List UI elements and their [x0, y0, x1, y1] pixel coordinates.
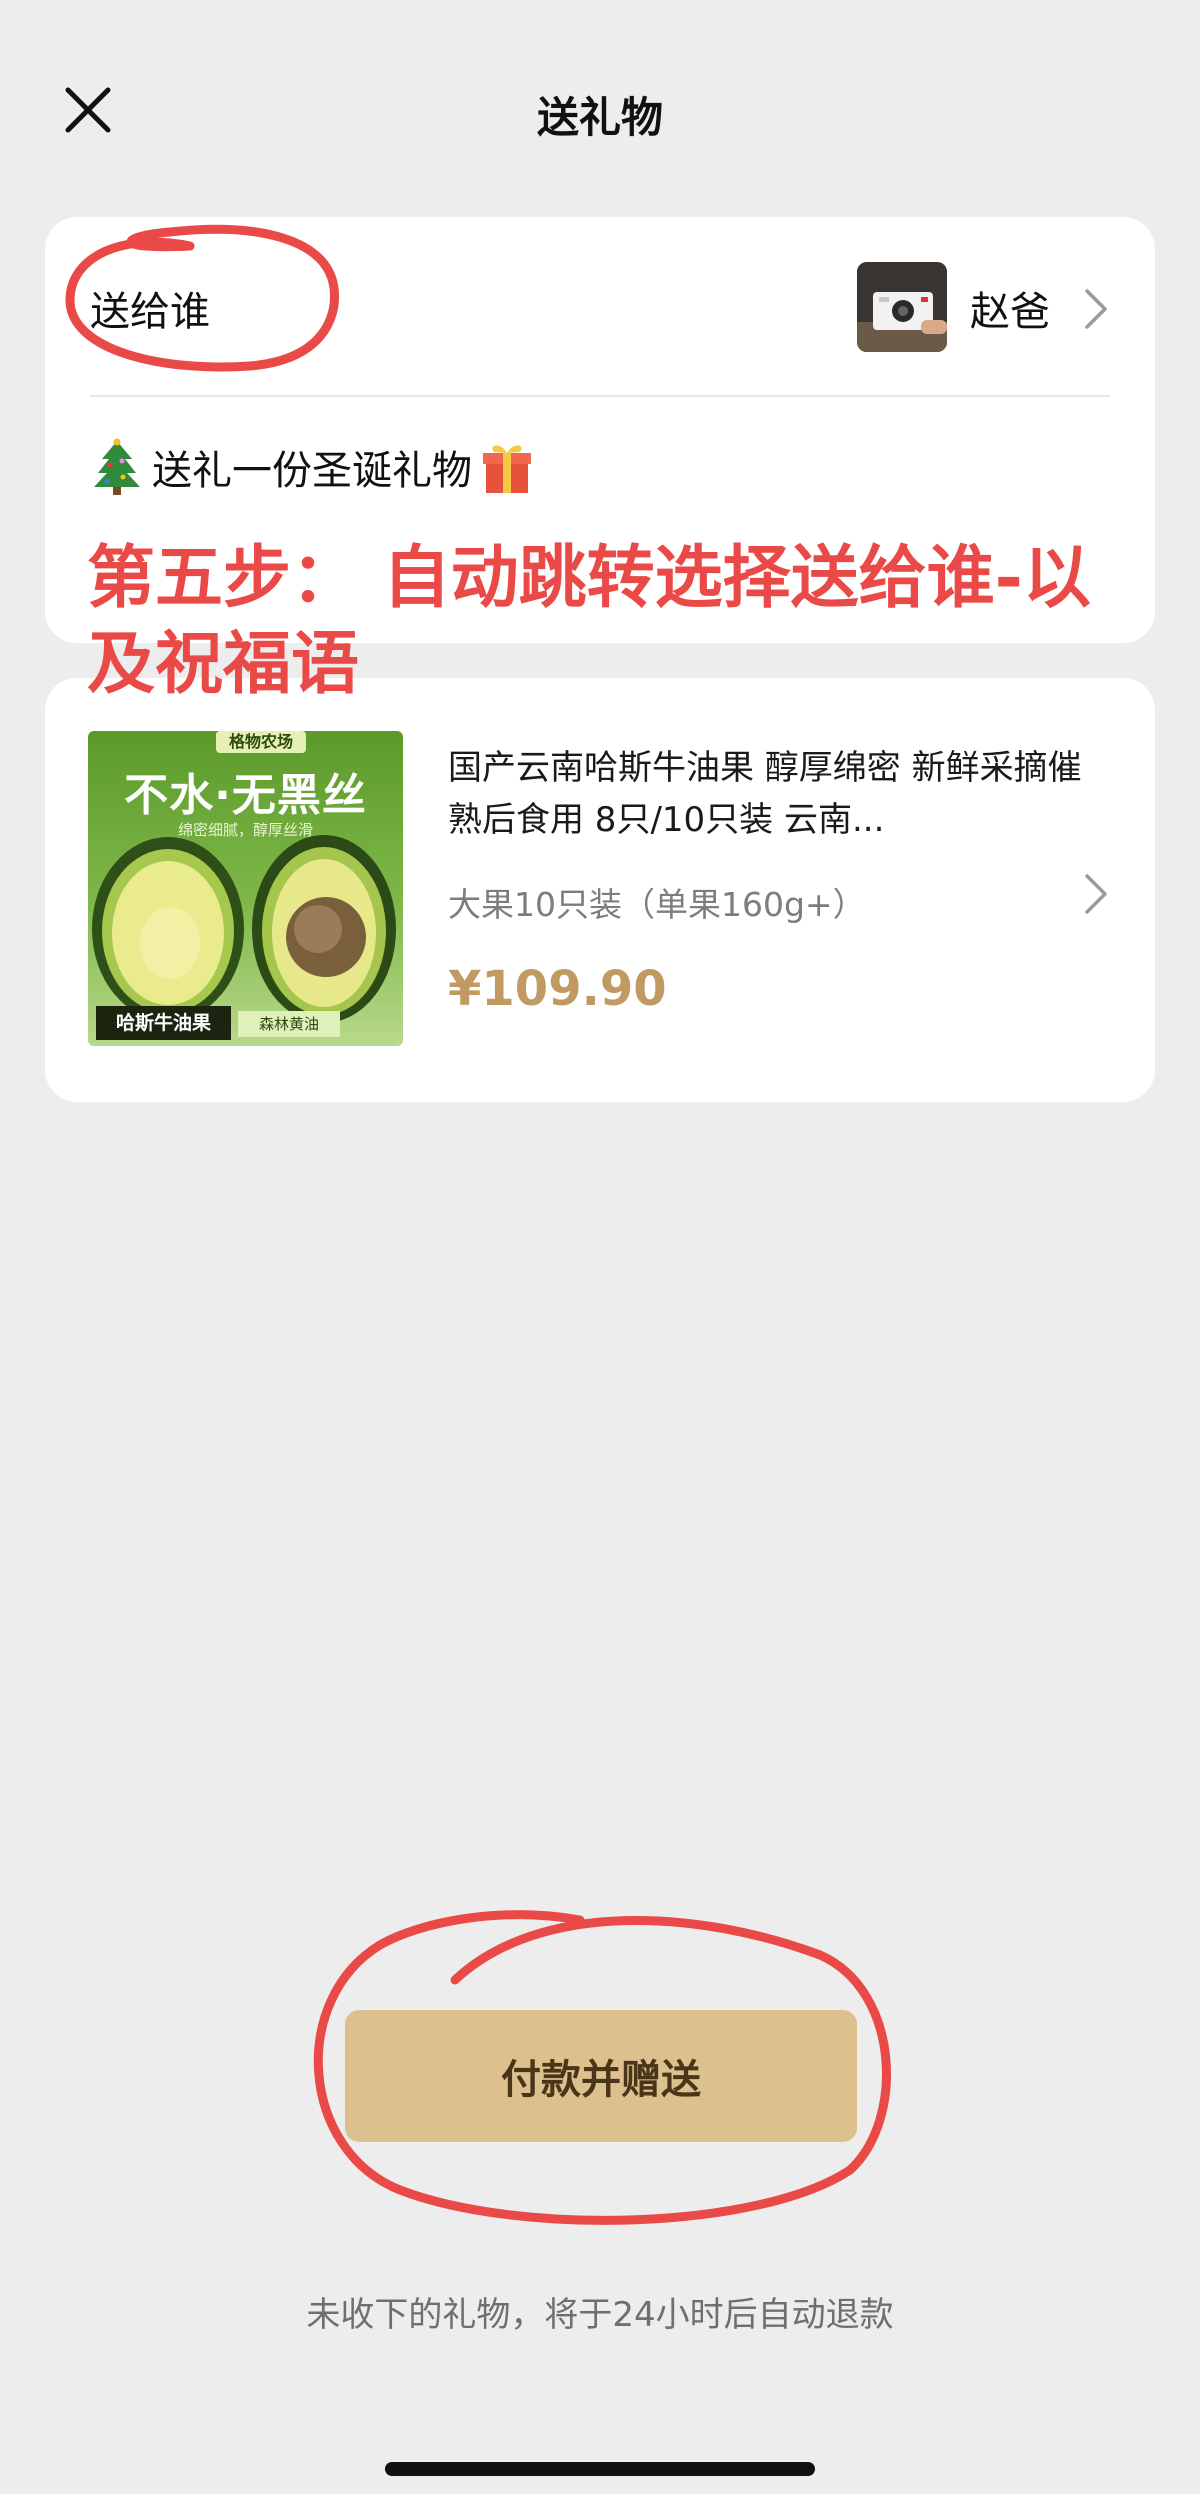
image-headline: 不水·无黑丝 — [124, 770, 367, 821]
product-title: 国产云南哈斯牛油果 醇厚绵密 新鲜采摘催熟后食用 8只/10只装 云南... — [448, 748, 1082, 840]
image-tag-variety: 哈斯牛油果 — [96, 1006, 231, 1040]
refund-notice: 未收下的礼物，将于24小时后自动退款 — [306, 2295, 894, 2335]
divider — [90, 395, 1110, 397]
product-item[interactable]: 格物农场 不水·无黑丝 绵密细腻，醇厚丝滑 哈斯牛油果 森林黄油 国产云南哈斯牛… — [45, 678, 1155, 1102]
product-price: ¥109.90 — [448, 961, 667, 1017]
image-subline: 绵密细腻，醇厚丝滑 — [177, 821, 313, 839]
product-spec: 大果10只装（单果160g+） — [448, 885, 866, 924]
recipient-label: 送给谁 — [90, 289, 210, 335]
recipient-selector[interactable]: 送给谁 赵爸 — [45, 217, 1155, 395]
recipient-card: 送给谁 赵爸 送礼一份圣诞礼物 — [45, 217, 1155, 643]
home-indicator — [385, 2462, 815, 2476]
recipient-name: 赵爸 — [970, 289, 1050, 335]
image-tag-slogan: 森林黄油 — [238, 1011, 340, 1037]
avatar — [857, 262, 947, 352]
nav-header: 送礼物 — [0, 0, 1200, 210]
pay-and-gift-button[interactable]: 付款并赠送 — [345, 2010, 857, 2142]
page-title: 送礼物 — [536, 93, 663, 142]
blessing-message[interactable]: 送礼一份圣诞礼物 — [90, 437, 1090, 497]
chevron-right-icon — [1083, 872, 1109, 916]
christmas-tree-icon — [94, 438, 140, 495]
product-card: 格物农场 不水·无黑丝 绵密细腻，醇厚丝滑 哈斯牛油果 森林黄油 国产云南哈斯牛… — [45, 678, 1155, 1102]
image-brand-label: 格物农场 — [228, 732, 293, 751]
gift-icon — [483, 445, 531, 493]
chevron-right-icon — [1083, 287, 1109, 331]
product-image: 格物农场 不水·无黑丝 绵密细腻，醇厚丝滑 哈斯牛油果 森林黄油 — [88, 731, 403, 1046]
camera-avatar-icon — [857, 262, 947, 352]
blessing-text: 送礼一份圣诞礼物 — [152, 448, 472, 494]
